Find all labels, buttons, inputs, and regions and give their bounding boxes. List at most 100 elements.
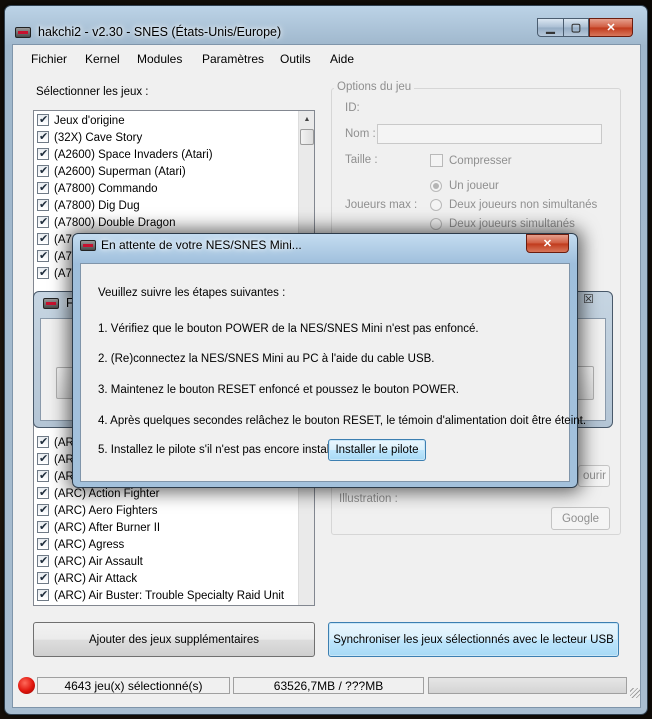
checkbox[interactable] [37, 129, 49, 146]
menu-aide[interactable]: Aide [330, 50, 354, 68]
list-item[interactable]: (A7 [37, 265, 72, 283]
waiting-step-2: 2. (Re)connectez la NES/SNES Mini au PC … [98, 353, 435, 365]
waiting-step-5: 5. Installez le pilote s'il n'est pas en… [98, 444, 345, 456]
list-item-label: (AR [54, 471, 74, 483]
checkbox[interactable] [37, 502, 49, 519]
checkbox[interactable] [37, 434, 49, 451]
list-item[interactable]: (A2600) Superman (Atari) [37, 163, 186, 181]
checkbox[interactable] [37, 451, 49, 468]
install-driver-button[interactable]: Installer le pilote [328, 439, 426, 461]
waiting-step-1: 1. Vérifiez que le bouton POWER de la NE… [98, 323, 479, 335]
list-item-label: (A7800) Commando [54, 183, 158, 195]
waiting-step-4: 4. Après quelques secondes relâchez le b… [98, 415, 587, 427]
list-item-label: (A7 [54, 251, 72, 263]
list-item-label: (A7800) Dig Dug [54, 200, 140, 212]
radio-two-nonsim-label: Deux joueurs non simultanés [449, 199, 598, 211]
name-label: Nom : [345, 128, 376, 140]
name-input[interactable] [377, 124, 602, 144]
list-item[interactable]: (A7800) Dig Dug [37, 197, 140, 215]
list-item[interactable]: (ARC) After Burner II [37, 519, 161, 537]
waiting-dialog-title: En attente de votre NES/SNES Mini... [101, 238, 302, 252]
list-item[interactable]: (ARC) Agress [37, 536, 125, 554]
minimize-icon[interactable]: ▁ [537, 18, 564, 37]
list-item[interactable]: (32X) Cave Story [37, 129, 143, 147]
maximize-icon[interactable]: ▢ [563, 18, 589, 37]
compress-label: Compresser [449, 155, 512, 167]
radio-two-sim-label: Deux joueurs simultanés [449, 218, 575, 230]
checkbox[interactable] [37, 197, 49, 214]
list-item[interactable]: (AR [37, 451, 74, 469]
status-size: 63526,7MB / ???MB [233, 677, 424, 694]
menu-parametres[interactable]: Paramètres [202, 50, 264, 68]
list-item[interactable]: (A7800) Commando [37, 180, 158, 198]
list-item-label: (A7 [54, 268, 72, 280]
list-item[interactable]: Jeux d'origine [37, 112, 125, 130]
list-item-label: (ARC) Air Attack [54, 573, 138, 585]
list-item-label: (AR [54, 437, 74, 449]
list-item-label: (A2600) Superman (Atari) [54, 166, 186, 178]
list-item-label: (ARC) Action Fighter [54, 488, 160, 500]
radio-one-player[interactable] [430, 180, 442, 192]
checkbox[interactable] [37, 519, 49, 536]
checkbox[interactable] [37, 248, 49, 265]
checkbox[interactable] [37, 214, 49, 231]
radio-two-sim[interactable] [430, 218, 442, 230]
list-item[interactable]: (A2600) Space Invaders (Atari) [37, 146, 213, 164]
list-item[interactable]: (A7800) Double Dragon [37, 214, 176, 232]
checkbox[interactable] [37, 468, 49, 485]
waiting-dialog-close-icon[interactable]: ✕ [526, 234, 569, 253]
checkbox[interactable] [37, 485, 49, 502]
list-item-label: (ARC) Agress [54, 539, 125, 551]
list-item[interactable]: (ARC) Air Assault [37, 553, 143, 571]
resize-grip-icon[interactable] [630, 688, 640, 698]
menu-kernel[interactable]: Kernel [85, 50, 120, 68]
waiting-step-3: 3. Maintenez le bouton RESET enfoncé et … [98, 384, 459, 396]
compress-checkbox[interactable] [430, 154, 443, 167]
list-item-label: (ARC) After Burner II [54, 522, 161, 534]
list-item[interactable]: (A7 [37, 231, 72, 249]
menu-modules[interactable]: Modules [137, 50, 182, 68]
list-item-label: Jeux d'origine [54, 115, 125, 127]
browse-button[interactable]: ourir [578, 465, 610, 487]
status-selected-count: 4643 jeu(x) sélectionné(s) [37, 677, 230, 694]
waiting-dialog-icon [80, 240, 96, 251]
checkbox[interactable] [37, 112, 49, 129]
checkbox[interactable] [37, 587, 49, 604]
list-item-label: (AR [54, 454, 74, 466]
sync-button[interactable]: Synchroniser les jeux sélectionnés avec … [328, 622, 619, 657]
google-button[interactable]: Google [551, 507, 610, 530]
list-item[interactable]: (ARC) Air Buster: Trouble Specialty Raid… [37, 587, 285, 605]
menu-fichier[interactable]: Fichier [31, 50, 67, 68]
checkbox[interactable] [37, 231, 49, 248]
progress-bar [428, 677, 627, 694]
menu-outils[interactable]: Outils [280, 50, 311, 68]
background-dialog-close-icon[interactable]: ☒ [576, 292, 601, 306]
id-label: ID: [345, 102, 360, 114]
add-games-button[interactable]: Ajouter des jeux supplémentaires [33, 622, 315, 657]
close-icon[interactable]: ✕ [589, 18, 633, 37]
checkbox[interactable] [37, 570, 49, 587]
list-item-label: (A2600) Space Invaders (Atari) [54, 149, 213, 161]
max-players-label: Joueurs max : [345, 199, 418, 211]
list-item[interactable]: (ARC) Action Fighter [37, 485, 160, 503]
scrollbar-thumb[interactable] [300, 129, 314, 145]
list-item[interactable]: (AR [37, 434, 74, 452]
list-item[interactable]: (AR [37, 468, 74, 486]
checkbox[interactable] [37, 180, 49, 197]
window-title: hakchi2 - v2.30 - SNES (États-Unis/Europ… [38, 25, 282, 39]
list-item-label: (ARC) Air Assault [54, 556, 143, 568]
list-item-label: (32X) Cave Story [54, 132, 143, 144]
checkbox[interactable] [37, 536, 49, 553]
checkbox[interactable] [37, 553, 49, 570]
checkbox[interactable] [37, 265, 49, 282]
list-item-label: (ARC) Air Buster: Trouble Specialty Raid… [54, 590, 285, 602]
radio-two-nonsim[interactable] [430, 199, 442, 211]
checkbox[interactable] [37, 163, 49, 180]
list-item-label: (A7800) Double Dragon [54, 217, 176, 229]
options-legend: Options du jeu [334, 81, 415, 93]
list-item[interactable]: (ARC) Aero Fighters [37, 502, 158, 520]
list-item[interactable]: (ARC) Air Attack [37, 570, 138, 588]
checkbox[interactable] [37, 146, 49, 163]
scroll-up-icon[interactable]: ▲ [299, 111, 315, 128]
list-item[interactable]: (A7 [37, 248, 72, 266]
